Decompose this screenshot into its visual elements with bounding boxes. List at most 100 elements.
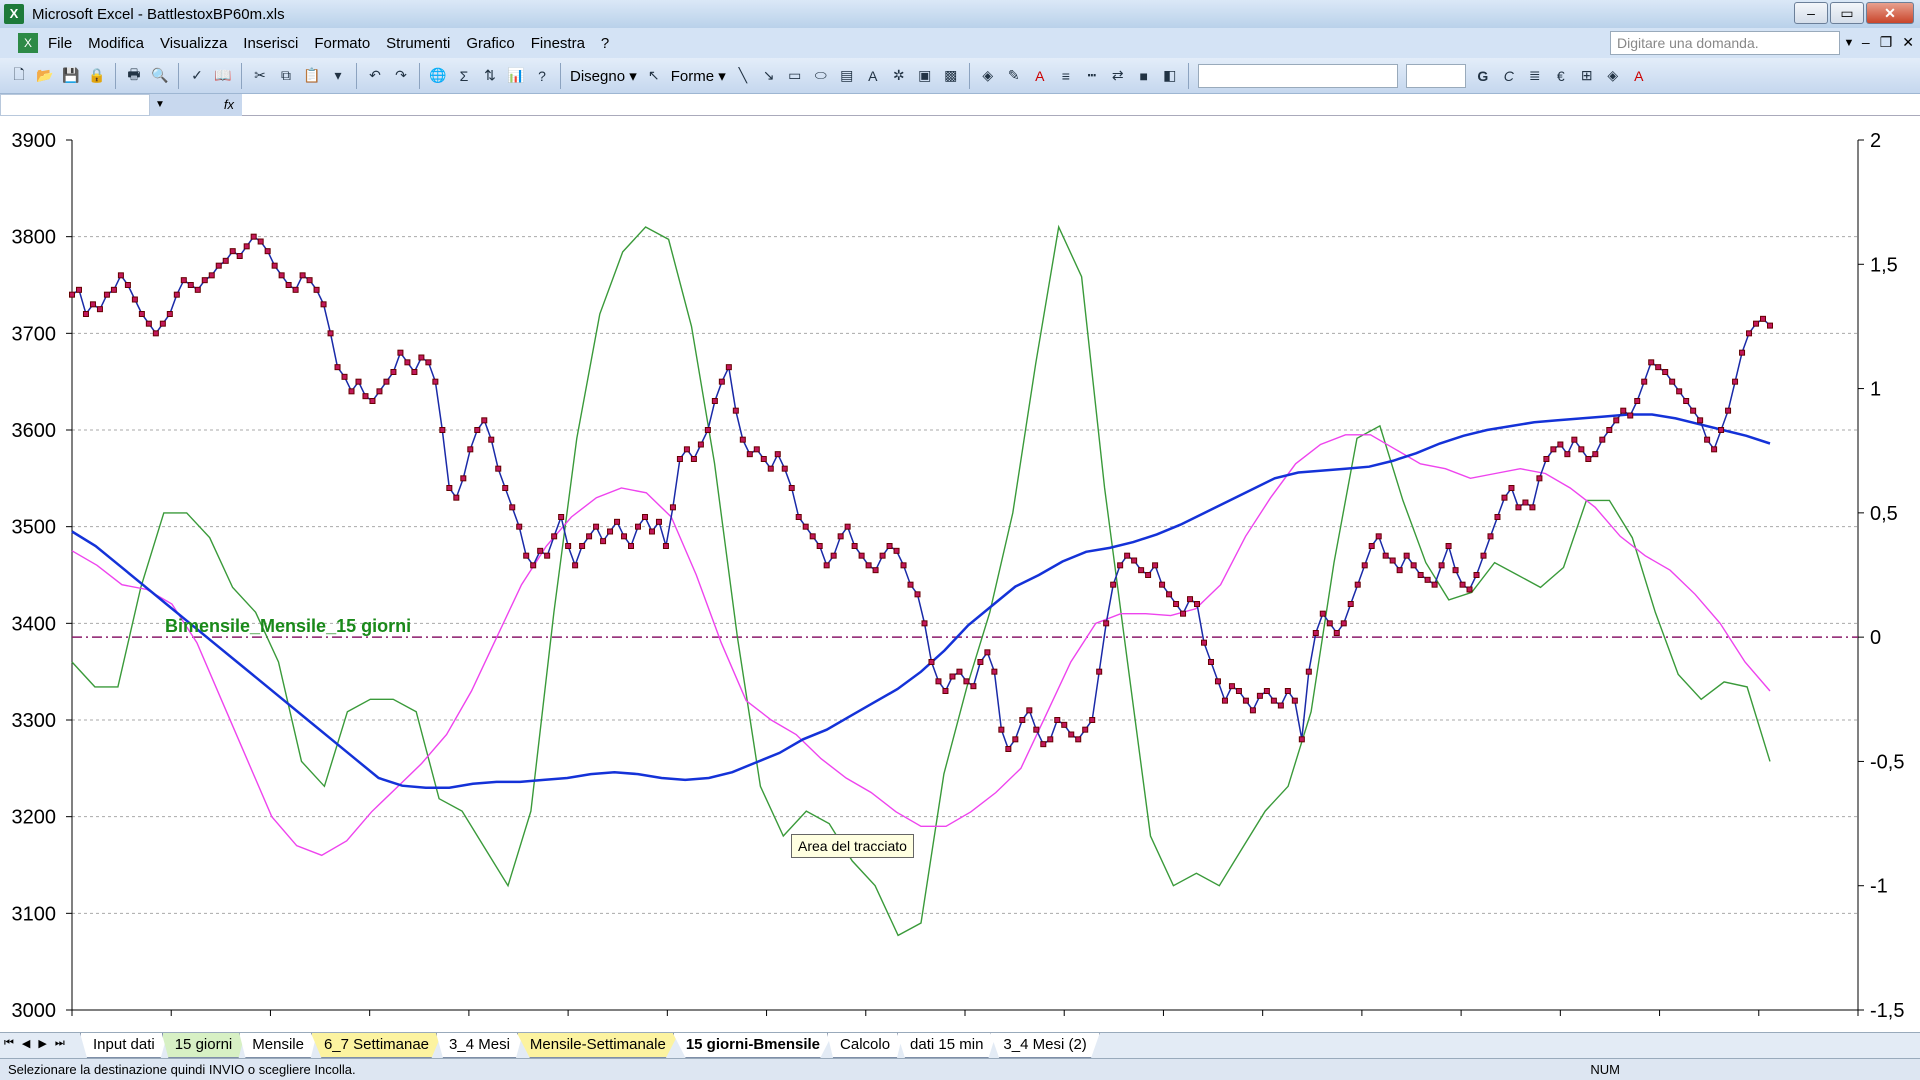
borders-icon[interactable]: ⊞ xyxy=(1576,63,1598,89)
sheet-tab[interactable]: 15 giorni-Bmensile xyxy=(672,1033,834,1058)
menu-visualizza[interactable]: Visualizza xyxy=(160,35,227,52)
minimize-button[interactable]: – xyxy=(1794,2,1828,24)
arrow-icon[interactable]: ↘ xyxy=(758,63,780,89)
menu-inserisci[interactable]: Inserisci xyxy=(243,35,298,52)
menu-formato[interactable]: Formato xyxy=(314,35,370,52)
price-marker xyxy=(1201,639,1207,646)
redo-icon[interactable]: ↷ xyxy=(390,63,412,89)
doc-restore-icon[interactable]: ❐ xyxy=(1880,34,1893,51)
sheet-tab[interactable]: Mensile xyxy=(239,1033,317,1058)
menu-strumenti[interactable]: Strumenti xyxy=(386,35,450,52)
dash-style-icon[interactable]: ┅ xyxy=(1081,63,1103,89)
prev-sheet-icon[interactable]: ◀ xyxy=(22,1037,30,1050)
draw-menu-button[interactable]: Disegno ▾ xyxy=(570,67,637,85)
sheet-tab[interactable]: 3_4 Mesi xyxy=(436,1033,523,1058)
select-pointer-icon[interactable]: ↖ xyxy=(643,63,665,89)
price-marker xyxy=(1417,572,1424,578)
name-box-dropdown-icon[interactable]: ▼ xyxy=(150,94,170,116)
line-color-icon[interactable]: ✎ xyxy=(1003,63,1025,89)
first-sheet-icon[interactable]: ⏮ xyxy=(4,1037,14,1050)
price-marker xyxy=(1235,688,1242,694)
y-left-tick-label: 3100 xyxy=(12,903,57,925)
print-icon[interactable]: 🖶 xyxy=(123,63,145,89)
price-marker xyxy=(718,378,725,385)
arrow-style-icon[interactable]: ⇄ xyxy=(1107,63,1129,89)
chart-tooltip: Area del tracciato xyxy=(791,834,914,858)
fill-color-icon-2[interactable]: ◈ xyxy=(1602,63,1624,89)
3d-icon[interactable]: ◧ xyxy=(1159,63,1181,89)
menu-help[interactable]: ? xyxy=(601,35,609,52)
ask-question-input[interactable]: Digitare una domanda. xyxy=(1610,31,1840,55)
shadow-icon[interactable]: ■ xyxy=(1133,63,1155,89)
font-name-select[interactable] xyxy=(1197,63,1398,88)
separator xyxy=(1187,62,1189,89)
hyperlink-icon[interactable]: 🌐 xyxy=(427,63,449,89)
italic-icon[interactable]: C xyxy=(1498,63,1520,89)
last-sheet-icon[interactable]: ⏭ xyxy=(55,1037,65,1050)
euro-icon[interactable]: € xyxy=(1550,63,1572,89)
doc-minimize-icon[interactable]: – xyxy=(1862,34,1870,51)
textbox-icon[interactable]: ▤ xyxy=(836,63,858,89)
sort-icon[interactable]: ⇅ xyxy=(479,63,501,89)
sheet-tab[interactable]: Input dati xyxy=(80,1033,168,1058)
function-icon[interactable]: fx xyxy=(170,94,242,116)
menu-finestra[interactable]: Finestra xyxy=(531,35,585,52)
next-sheet-icon[interactable]: ▶ xyxy=(38,1037,46,1050)
rectangle-icon[interactable]: ▭ xyxy=(784,63,806,89)
title-bar: X Microsoft Excel - BattlestoxBP60m.xls … xyxy=(0,0,1920,28)
save-icon[interactable]: 💾 xyxy=(60,63,82,89)
permission-icon[interactable]: 🔒 xyxy=(86,63,108,89)
copy-icon[interactable]: ⧉ xyxy=(275,63,297,89)
name-box[interactable] xyxy=(0,94,150,116)
line-icon[interactable]: ╲ xyxy=(732,63,754,89)
price-marker xyxy=(1655,364,1662,371)
price-marker xyxy=(1746,330,1753,337)
font-color-icon-2[interactable]: A xyxy=(1628,63,1650,89)
chart-svg[interactable]: 3000 3100 3200 3300 3400 3500 3600 3700 3800 3900… xyxy=(0,116,1920,1032)
y-left-tick-label: 3500 xyxy=(12,517,57,539)
diagram-icon[interactable]: ✲ xyxy=(888,63,910,89)
sheet-tab[interactable]: 3_4 Mesi (2) xyxy=(990,1033,1100,1058)
spelling-icon[interactable]: ✓ xyxy=(186,63,208,89)
line-style-icon[interactable]: ≡ xyxy=(1055,63,1077,89)
price-marker xyxy=(1089,717,1096,723)
wordart-icon[interactable]: A xyxy=(862,63,884,89)
chart-area[interactable]: 3000 3100 3200 3300 3400 3500 3600 3700 3800 3900… xyxy=(0,116,1920,1032)
shapes-menu-button[interactable]: Forme ▾ xyxy=(671,67,726,85)
oval-icon[interactable]: ⬭ xyxy=(810,63,832,89)
sheet-tab[interactable]: dati 15 min xyxy=(897,1033,997,1058)
undo-icon[interactable]: ↶ xyxy=(364,63,386,89)
autosum-icon[interactable]: Σ xyxy=(453,63,475,89)
picture-icon[interactable]: ▩ xyxy=(940,63,962,89)
excel-app-icon[interactable]: X xyxy=(4,4,24,24)
cut-icon[interactable]: ✂ xyxy=(249,63,271,89)
format-painter-icon[interactable]: ▾ xyxy=(327,63,349,89)
doc-close-icon[interactable]: ✕ xyxy=(1902,34,1914,51)
maximize-button[interactable]: ▭ xyxy=(1830,2,1864,24)
sheet-tab[interactable]: Mensile-Settimanale xyxy=(516,1033,679,1058)
menu-grafico[interactable]: Grafico xyxy=(466,35,514,52)
paste-icon[interactable]: 📋 xyxy=(301,63,323,89)
status-message: Selezionare la destinazione quindi INVIO… xyxy=(8,1062,356,1077)
sheet-tab[interactable]: 15 giorni xyxy=(161,1033,246,1058)
font-color-icon[interactable]: A xyxy=(1029,63,1051,89)
research-icon[interactable]: 📖 xyxy=(212,63,234,89)
ask-dropdown-icon[interactable]: ▼ xyxy=(1840,31,1858,55)
chart-wizard-icon[interactable]: 📊 xyxy=(505,63,527,89)
open-icon[interactable]: 📂 xyxy=(34,63,56,89)
clipart-icon[interactable]: ▣ xyxy=(914,63,936,89)
workbook-icon[interactable]: X xyxy=(18,33,38,53)
sheet-tab[interactable]: 6_7 Settimanae xyxy=(310,1033,443,1058)
font-size-select[interactable] xyxy=(1405,63,1466,88)
bold-icon[interactable]: G xyxy=(1472,63,1494,89)
sheet-tab[interactable]: Calcolo xyxy=(827,1033,904,1058)
align-icon[interactable]: ≣ xyxy=(1524,63,1546,89)
print-preview-icon[interactable]: 🔍 xyxy=(149,63,171,89)
help-icon[interactable]: ? xyxy=(531,63,553,89)
y-right-tick-label: 0 xyxy=(1870,627,1881,649)
menu-modifica[interactable]: Modifica xyxy=(88,35,144,52)
new-icon[interactable]: 🗋 xyxy=(8,63,30,89)
fill-color-icon[interactable]: ◈ xyxy=(977,63,999,89)
menu-file[interactable]: File xyxy=(48,35,72,52)
close-button[interactable]: ✕ xyxy=(1866,2,1914,24)
